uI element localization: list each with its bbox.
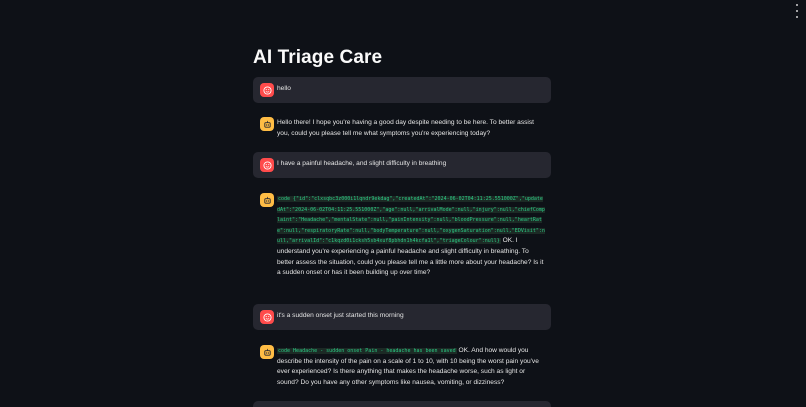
chat-message-user: hello: [253, 77, 551, 103]
message-text: hello: [277, 85, 291, 92]
robot-icon: [263, 120, 271, 128]
chat-message-assistant: code {"id":"clxsqbc3z000i1lqndr9ekdag","…: [253, 187, 551, 286]
chat-message-user: I have a painful headache, and slight di…: [253, 152, 551, 178]
smiley-face-icon: [262, 160, 272, 170]
user-avatar: [260, 83, 274, 97]
chat-message-assistant: Hello there! I hope you're having a good…: [253, 111, 551, 146]
smiley-face-icon: [262, 85, 272, 95]
robot-icon: [263, 348, 271, 356]
page-title: AI Triage Care: [253, 47, 383, 68]
chat-input-area[interactable]: [253, 401, 551, 407]
user-avatar: [260, 310, 274, 324]
user-avatar: [260, 158, 274, 172]
chat-message-assistant: code Headache - sudden onset Pain - head…: [253, 339, 551, 395]
robot-icon: [263, 196, 271, 204]
inline-code-block: code Headache - sudden onset Pain - head…: [277, 348, 457, 354]
message-text: Hello there! I hope you're having a good…: [277, 119, 535, 137]
message-text: it's a sudden onset just started this mo…: [277, 312, 404, 319]
assistant-avatar: [260, 117, 274, 131]
main-menu-button[interactable]: [793, 4, 801, 18]
chat-message-user: it's a sudden onset just started this mo…: [253, 304, 551, 330]
message-text: I have a painful headache, and slight di…: [277, 160, 447, 167]
kebab-menu-icon: [796, 4, 798, 6]
smiley-face-icon: [262, 312, 272, 322]
assistant-avatar: [260, 193, 274, 207]
assistant-avatar: [260, 345, 274, 359]
